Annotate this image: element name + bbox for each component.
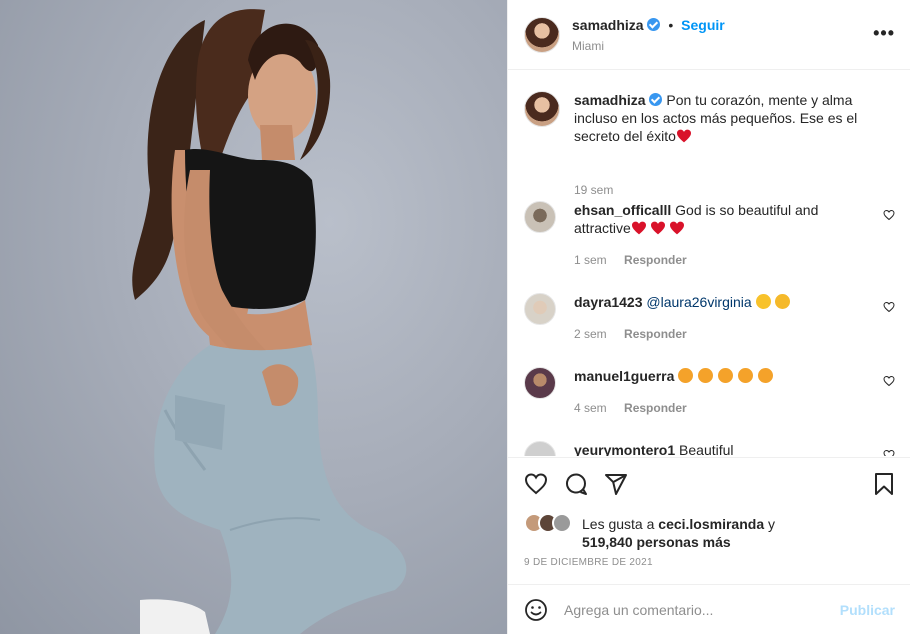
star-struck-icon (757, 368, 773, 383)
bookmark-icon[interactable] (873, 472, 895, 496)
liker-avatar (552, 513, 572, 533)
comment-like-icon[interactable] (883, 449, 895, 456)
smiling-face-with-hearts-icon (775, 294, 791, 309)
likes-conj: y (768, 516, 775, 532)
comment-avatar[interactable] (524, 367, 556, 399)
post-actions: Les gusta a ceci.losmiranda y 519,840 pe… (508, 457, 910, 583)
post-header: samadhiza • Seguir Miami ••• (508, 0, 910, 70)
author-line: samadhiza • Seguir (572, 17, 725, 33)
comment-meta: 4 sem Responder (574, 401, 687, 415)
post-date[interactable]: 9 DE DICIEMBRE DE 2021 (524, 557, 653, 568)
photo-illustration (132, 9, 407, 634)
comment-item: manuel1guerra 4 sem Responder (524, 367, 895, 417)
heart-outline-icon[interactable] (524, 472, 548, 496)
comment-username[interactable]: ehsan_officalll (574, 202, 671, 218)
comment-like-icon[interactable] (883, 301, 895, 313)
comment-input[interactable]: Agrega un comentario... (564, 602, 713, 618)
comment-avatar[interactable] (524, 293, 556, 325)
comment-body: yeurymontero1 Beautiful (574, 441, 871, 456)
comment-avatar[interactable] (524, 441, 556, 456)
comment-like-icon[interactable] (883, 209, 895, 221)
comment-username[interactable]: dayra1423 (574, 294, 643, 310)
comment-body: ehsan_officalll God is so beautiful and … (574, 201, 871, 237)
caption-time[interactable]: 19 sem (574, 183, 613, 197)
reply-button[interactable]: Responder (624, 327, 687, 341)
comment-bubble-icon[interactable] (564, 472, 588, 496)
verified-badge-icon (649, 93, 663, 106)
add-comment-bar: Agrega un comentario... Publicar (508, 584, 910, 634)
more-options-icon[interactable]: ••• (873, 24, 895, 42)
publish-button[interactable]: Publicar (840, 602, 895, 618)
caption-username[interactable]: samadhiza (574, 92, 646, 108)
comment-item: yeurymontero1 Beautiful (524, 441, 895, 456)
paper-plane-icon[interactable] (604, 472, 628, 496)
red-heart-icon (650, 221, 665, 235)
red-heart-icon (631, 221, 646, 235)
author-username[interactable]: samadhiza (572, 17, 644, 33)
post-side-panel: samadhiza • Seguir Miami ••• samadhiza P… (507, 0, 910, 634)
comment-body: dayra1423 @laura26virginia (574, 293, 871, 311)
likes-text: Les gusta a ceci.losmiranda y 519,840 pe… (582, 515, 775, 551)
comment-mention[interactable]: @laura26virginia (646, 294, 751, 310)
comment-meta: 1 sem Responder (574, 253, 687, 267)
star-struck-icon (698, 368, 714, 383)
emoji-smile-icon[interactable] (524, 598, 548, 622)
author-avatar[interactable] (524, 17, 560, 53)
post-photo[interactable] (0, 0, 507, 634)
verified-badge-icon (647, 18, 661, 31)
caption-avatar[interactable] (524, 91, 560, 127)
follow-button[interactable]: Seguir (681, 17, 725, 33)
comment-avatar[interactable] (524, 201, 556, 233)
comment-item: dayra1423 @laura26virginia 2 sem Respond… (524, 293, 895, 343)
comment-body: manuel1guerra (574, 367, 871, 385)
comment-item: ehsan_officalll God is so beautiful and … (524, 201, 895, 271)
comment-time[interactable]: 2 sem (574, 327, 607, 341)
reply-button[interactable]: Responder (624, 401, 687, 415)
star-struck-icon (678, 368, 694, 383)
likes-count-link[interactable]: 519,840 personas más (582, 534, 731, 550)
star-struck-icon (718, 368, 734, 383)
comment-time[interactable]: 4 sem (574, 401, 607, 415)
comment-meta: 2 sem Responder (574, 327, 687, 341)
comment-like-icon[interactable] (883, 375, 895, 387)
comment-time[interactable]: 1 sem (574, 253, 607, 267)
red-heart-icon (676, 129, 691, 143)
comment-username[interactable]: yeurymontero1 (574, 442, 675, 456)
comments-list[interactable]: samadhiza Pon tu corazón, mente y alma i… (508, 71, 910, 456)
post-location[interactable]: Miami (572, 39, 604, 53)
red-heart-icon (669, 221, 684, 235)
likes-prefix: Les gusta a (582, 516, 655, 532)
separator-dot: • (668, 17, 674, 33)
first-liker-link[interactable]: ceci.losmiranda (658, 516, 764, 532)
comment-text: Beautiful (679, 442, 734, 456)
likers-avatars[interactable] (524, 513, 574, 533)
star-struck-icon (737, 368, 753, 383)
comment-username[interactable]: manuel1guerra (574, 368, 674, 384)
caption: samadhiza Pon tu corazón, mente y alma i… (524, 91, 895, 197)
grinning-face-icon (755, 294, 771, 309)
reply-button[interactable]: Responder (624, 253, 687, 267)
caption-body: samadhiza Pon tu corazón, mente y alma i… (574, 91, 895, 145)
